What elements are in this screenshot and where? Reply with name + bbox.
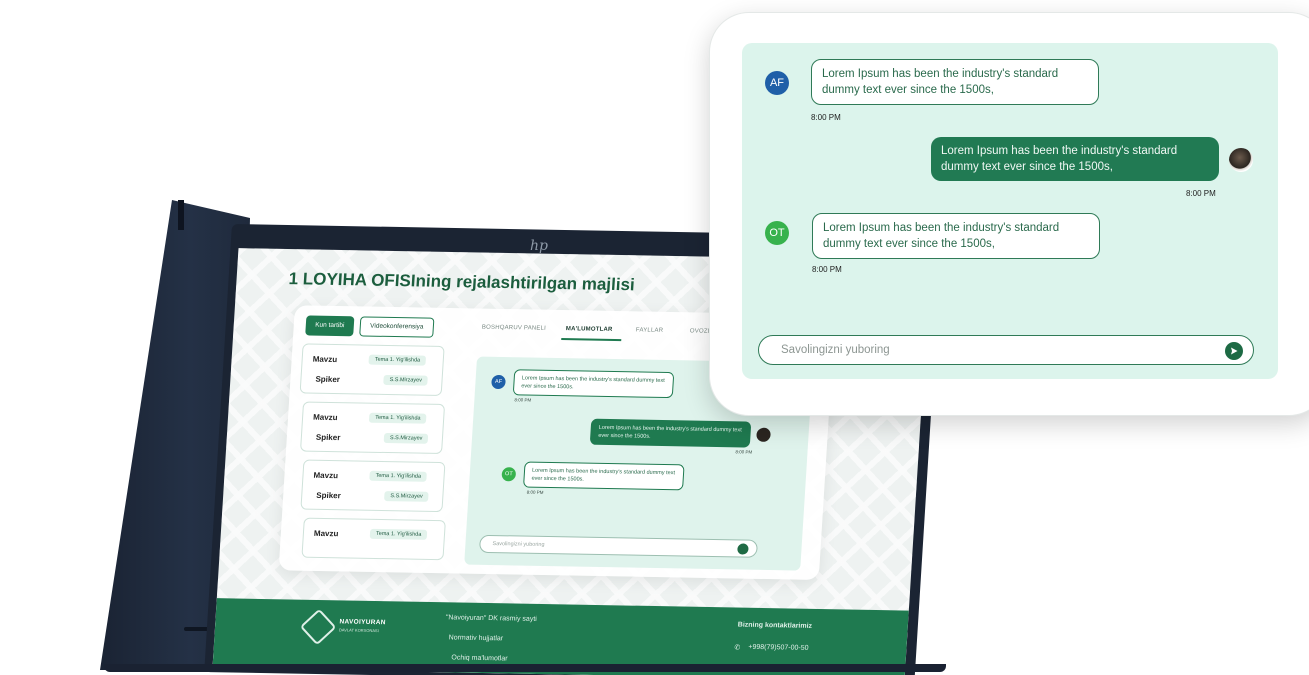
stage: 1 LOYIHA OFISIning rejalashtirilgan majl…	[0, 0, 1309, 675]
message-time: 8:00 PM	[1186, 189, 1216, 198]
logo-name: NAVOIYURAN	[339, 618, 386, 627]
topic-label: Mavzu	[312, 354, 338, 365]
agenda-item[interactable]: Mavzu Tema 1. Yig'ilishda Spiker S.S.Mir…	[299, 343, 445, 396]
chat-panel: AF Lorem Ipsum has been the industry's s…	[709, 12, 1309, 416]
outgoing-message: Lorem Ipsum has been the industry's stan…	[931, 137, 1219, 181]
user-photo-avatar	[1229, 148, 1253, 172]
laptop-hinge	[178, 200, 184, 230]
footer-link[interactable]: Ochiq ma'lumotlar	[451, 654, 508, 662]
active-tab-underline	[561, 338, 622, 342]
hp-logo: hp	[530, 238, 548, 254]
agenda-item[interactable]: Mavzu Tema 1. Yig'ilishda	[301, 517, 446, 561]
message-time: 8:00 PM	[811, 113, 841, 122]
avatar: AF	[491, 374, 506, 390]
speaker-label: Spiker	[316, 490, 342, 501]
speaker-label: Spiker	[315, 432, 341, 443]
footer-link[interactable]: "Navoiyuran" DK rasmiy sayti	[446, 614, 537, 623]
agenda-item[interactable]: Mavzu Tema 1. Yig'ilishda Spiker S.S.Mir…	[300, 459, 446, 513]
navoiyuran-logo-icon	[299, 608, 337, 646]
footer-link[interactable]: Normativ hujjatlar	[448, 634, 503, 642]
contact-phone[interactable]: +998(79)507-00-50	[748, 644, 809, 652]
tab-files[interactable]: FAYLLAR	[636, 327, 664, 333]
message-time: 8:00 PM	[735, 449, 753, 455]
laptop-bottom-edge	[104, 664, 946, 672]
avatar: OT	[501, 467, 517, 482]
message-time: 8:00 PM	[812, 265, 842, 274]
tab-agenda[interactable]: Kun tartibi	[305, 315, 355, 337]
message-bubble: Lorem Ipsum has been the industry's stan…	[589, 418, 752, 448]
contacts-title: Bizning kontaktlarimiz	[737, 621, 813, 630]
send-button[interactable]	[1225, 342, 1243, 360]
incoming-message: Lorem Ipsum has been the industry's stan…	[811, 59, 1099, 105]
topic-value: Tema 1. Yig'ilishda	[368, 354, 427, 366]
topic-value: Tema 1. Yig'ilishda	[369, 528, 428, 540]
topic-value: Tema 1. Yig'ilishda	[368, 412, 427, 424]
incoming-message: Lorem Ipsum has been the industry's stan…	[812, 213, 1100, 259]
logo-subtitle: DAVLAT KORXONASI	[338, 627, 379, 634]
speaker-label: Spiker	[315, 374, 341, 385]
topic-label: Mavzu	[313, 528, 339, 539]
tab-dashboard[interactable]: BOSHQARUV PANELI	[482, 325, 546, 332]
message-bubble: Lorem Ipsum has been the industry's stan…	[523, 461, 685, 491]
avatar-ot: OT	[765, 221, 789, 245]
mini-message-input[interactable]: Savolingizni yuboring	[478, 534, 759, 558]
send-icon	[1231, 347, 1238, 355]
message-input-box	[758, 335, 1254, 365]
phone-icon: ✆	[734, 644, 741, 652]
message-time: 8:00 PM	[526, 489, 544, 495]
speaker-value: S.S.Mirzayev	[384, 491, 430, 502]
agenda-item[interactable]: Mavzu Tema 1. Yig'ilishda Spiker S.S.Mir…	[299, 401, 446, 455]
chat-area: AF Lorem Ipsum has been the industry's s…	[742, 43, 1278, 379]
message-input[interactable]	[781, 342, 1201, 358]
avatar-af: AF	[765, 71, 789, 95]
speaker-value: S.S.Mirzayev	[383, 374, 429, 386]
speaker-value: S.S.Mirzayev	[383, 432, 429, 444]
message-bubble: Lorem Ipsum has been the industry's stan…	[512, 369, 675, 399]
topic-label: Mavzu	[312, 412, 338, 423]
tab-videoconference[interactable]: Videokonferensiya	[359, 316, 435, 338]
tab-information[interactable]: MA'LUMOTLAR	[566, 326, 613, 333]
avatar	[756, 427, 771, 442]
message-time: 8:00 PM	[514, 397, 532, 403]
topic-value: Tema 1. Yig'ilishda	[369, 470, 428, 482]
topic-label: Mavzu	[313, 470, 339, 481]
